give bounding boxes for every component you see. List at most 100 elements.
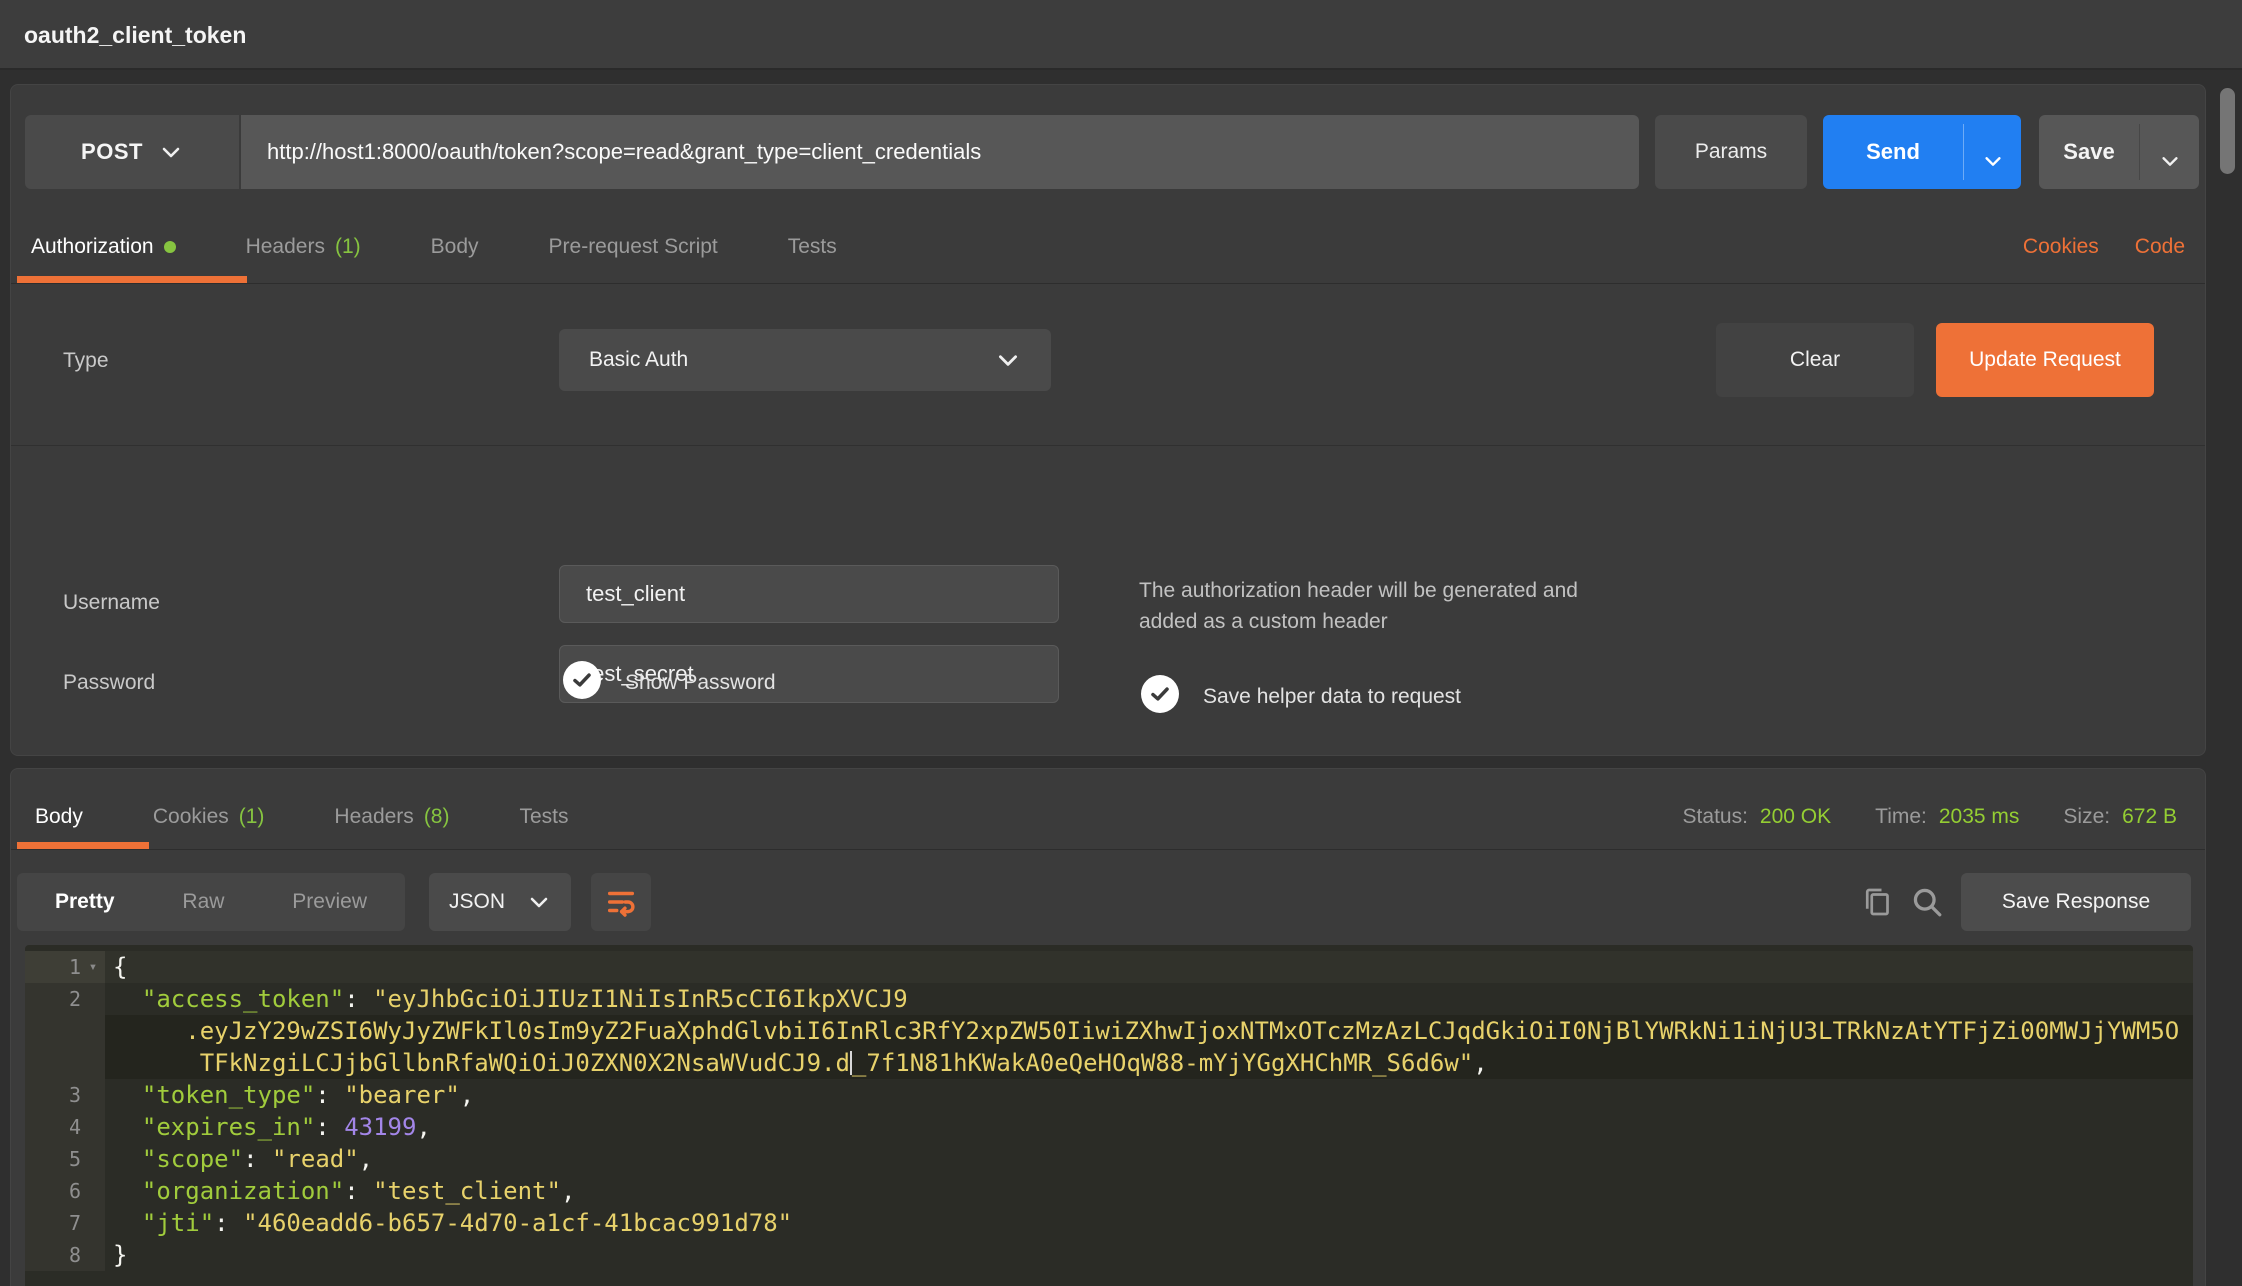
tab-count-badge: (1) (335, 235, 361, 259)
response-tab-tests[interactable]: Tests (519, 805, 568, 829)
wrap-text-button[interactable] (591, 873, 651, 931)
username-label: Username (63, 591, 160, 615)
line-gutter: 6 (25, 1175, 105, 1207)
response-body-viewer[interactable]: 1▾{2 "access_token": "eyJhbGciOiJIUzI1Ni… (25, 945, 2193, 1286)
check-icon (569, 667, 595, 693)
code-text: TFkNzgiLCJjbGllbnRfaWQiOiJ0ZXN0X2NsaWVud… (105, 1047, 2193, 1079)
auth-helper-note: The authorization header will be generat… (1139, 575, 1578, 637)
wrap-text-icon (604, 885, 638, 919)
divider (11, 849, 2205, 850)
line-number: 3 (37, 1083, 81, 1107)
save-helper-label: Save helper data to request (1203, 685, 1461, 709)
response-tabs: Body Cookies(1) Headers(8) Tests (35, 795, 569, 839)
response-tab-body[interactable]: Body (35, 805, 83, 829)
save-label: Save (2039, 139, 2139, 165)
show-password-label: Show Password (625, 671, 776, 695)
send-button[interactable]: Send (1823, 115, 2021, 189)
response-tab-cookies[interactable]: Cookies(1) (153, 805, 265, 829)
code-text: "scope": "read", (105, 1143, 2193, 1175)
request-panel: POST http://host1:8000/oauth/token?scope… (10, 84, 2206, 756)
code-text: } (105, 1239, 2193, 1271)
format-select[interactable]: JSON (429, 873, 571, 931)
format-value: JSON (449, 890, 505, 914)
title-bar: oauth2_client_token (0, 0, 2242, 70)
code-text: .eyJzY29wZSI6WyJyZWFkIl0sIm9yZ2FuaXphdGl… (105, 1015, 2193, 1047)
code-link[interactable]: Code (2135, 235, 2185, 259)
update-request-button[interactable]: Update Request (1936, 323, 2154, 397)
code-text: { (105, 951, 2193, 983)
request-tabs: Authorization Headers(1) Body Pre-request S… (31, 225, 837, 269)
request-tab-body[interactable]: Body (431, 235, 479, 259)
code-text: "organization": "test_client", (105, 1175, 2193, 1207)
line-gutter (25, 1047, 105, 1079)
code-line: TFkNzgiLCJjbGllbnRfaWQiOiJ0ZXN0X2NsaWVud… (25, 1047, 2193, 1079)
chevron-down-icon[interactable] (1964, 132, 2021, 172)
method-dropdown[interactable]: POST (25, 115, 239, 189)
code-line: 5 "scope": "read", (25, 1143, 2193, 1175)
show-password-checkbox[interactable] (563, 661, 601, 699)
response-toolbar: Pretty Raw Preview JSON Save Response (11, 873, 2205, 931)
code-line: 4 "expires_in": 43199, (25, 1111, 2193, 1143)
code-line: 6 "organization": "test_client", (25, 1175, 2193, 1207)
view-mode-pretty[interactable]: Pretty (55, 890, 115, 914)
time-badge: Time: 2035 ms (1875, 805, 2019, 829)
chevron-down-icon (159, 140, 183, 164)
view-mode-raw[interactable]: Raw (182, 890, 224, 914)
code-text: "jti": "460eadd6-b657-4d70-a1cf-41bcac99… (105, 1207, 2193, 1239)
request-tab-pre-request-script[interactable]: Pre-request Script (549, 235, 718, 259)
code-line: 8} (25, 1239, 2193, 1271)
type-label: Type (63, 349, 109, 373)
copy-icon[interactable] (1859, 884, 1895, 920)
line-number: 5 (37, 1147, 81, 1171)
code-text: "access_token": "eyJhbGciOiJIUzI1NiIsInR… (105, 983, 2193, 1015)
cookies-link[interactable]: Cookies (2023, 235, 2099, 259)
line-number: 8 (37, 1243, 81, 1267)
line-gutter: 3 (25, 1079, 105, 1111)
chevron-down-icon[interactable] (2140, 132, 2199, 172)
save-response-button[interactable]: Save Response (1961, 873, 2191, 931)
code-text: "token_type": "bearer", (105, 1079, 2193, 1111)
save-button[interactable]: Save (2039, 115, 2199, 189)
request-tab-headers[interactable]: Headers(1) (246, 235, 361, 259)
clear-button[interactable]: Clear (1716, 323, 1914, 397)
send-label: Send (1823, 139, 1963, 165)
line-number: 7 (37, 1211, 81, 1235)
line-gutter (25, 1015, 105, 1047)
save-helper-checkbox[interactable] (1141, 675, 1179, 713)
code-line: .eyJzY29wZSI6WyJyZWFkIl0sIm9yZ2FuaXphdGl… (25, 1015, 2193, 1047)
code-line: 1▾{ (25, 951, 2193, 983)
code-line: 3 "token_type": "bearer", (25, 1079, 2193, 1111)
code-line: 2 "access_token": "eyJhbGciOiJIUzI1NiIsI… (25, 983, 2193, 1015)
url-input[interactable]: http://host1:8000/oauth/token?scope=read… (241, 115, 1639, 189)
request-tab-authorization[interactable]: Authorization (31, 235, 176, 259)
size-badge: Size: 672 B (2063, 805, 2177, 829)
check-icon (1147, 681, 1173, 707)
line-gutter: 8 (25, 1239, 105, 1271)
auth-type-select[interactable]: Basic Auth (559, 329, 1051, 391)
line-gutter: 5 (25, 1143, 105, 1175)
view-mode-preview[interactable]: Preview (292, 890, 367, 914)
tab-count-badge: (1) (239, 805, 265, 829)
response-tab-headers[interactable]: Headers(8) (334, 805, 449, 829)
code-text: "expires_in": 43199, (105, 1111, 2193, 1143)
search-icon[interactable] (1909, 884, 1945, 920)
status-badge: Status: 200 OK (1683, 805, 1832, 829)
line-gutter: 7 (25, 1207, 105, 1239)
line-gutter: 4 (25, 1111, 105, 1143)
page-scrollbar-thumb[interactable] (2220, 88, 2235, 174)
fold-toggle-icon[interactable]: ▾ (81, 959, 105, 975)
request-tab-tests[interactable]: Tests (788, 235, 837, 259)
request-title: oauth2_client_token (24, 0, 246, 70)
line-gutter: 1▾ (25, 951, 105, 983)
response-status-row: Status: 200 OK Time: 2035 ms Size: 672 B (1683, 795, 2177, 839)
response-panel: Body Cookies(1) Headers(8) Tests Status: 20… (10, 768, 2206, 1286)
params-button[interactable]: Params (1655, 115, 1807, 189)
divider (11, 445, 2205, 446)
line-number: 1 (37, 955, 81, 979)
corner-links: Cookies Code (2023, 225, 2185, 269)
username-input[interactable] (559, 565, 1059, 623)
code-line: 7 "jti": "460eadd6-b657-4d70-a1cf-41bcac… (25, 1207, 2193, 1239)
auth-type-value: Basic Auth (589, 348, 688, 372)
line-number: 4 (37, 1115, 81, 1139)
password-label: Password (63, 671, 155, 695)
